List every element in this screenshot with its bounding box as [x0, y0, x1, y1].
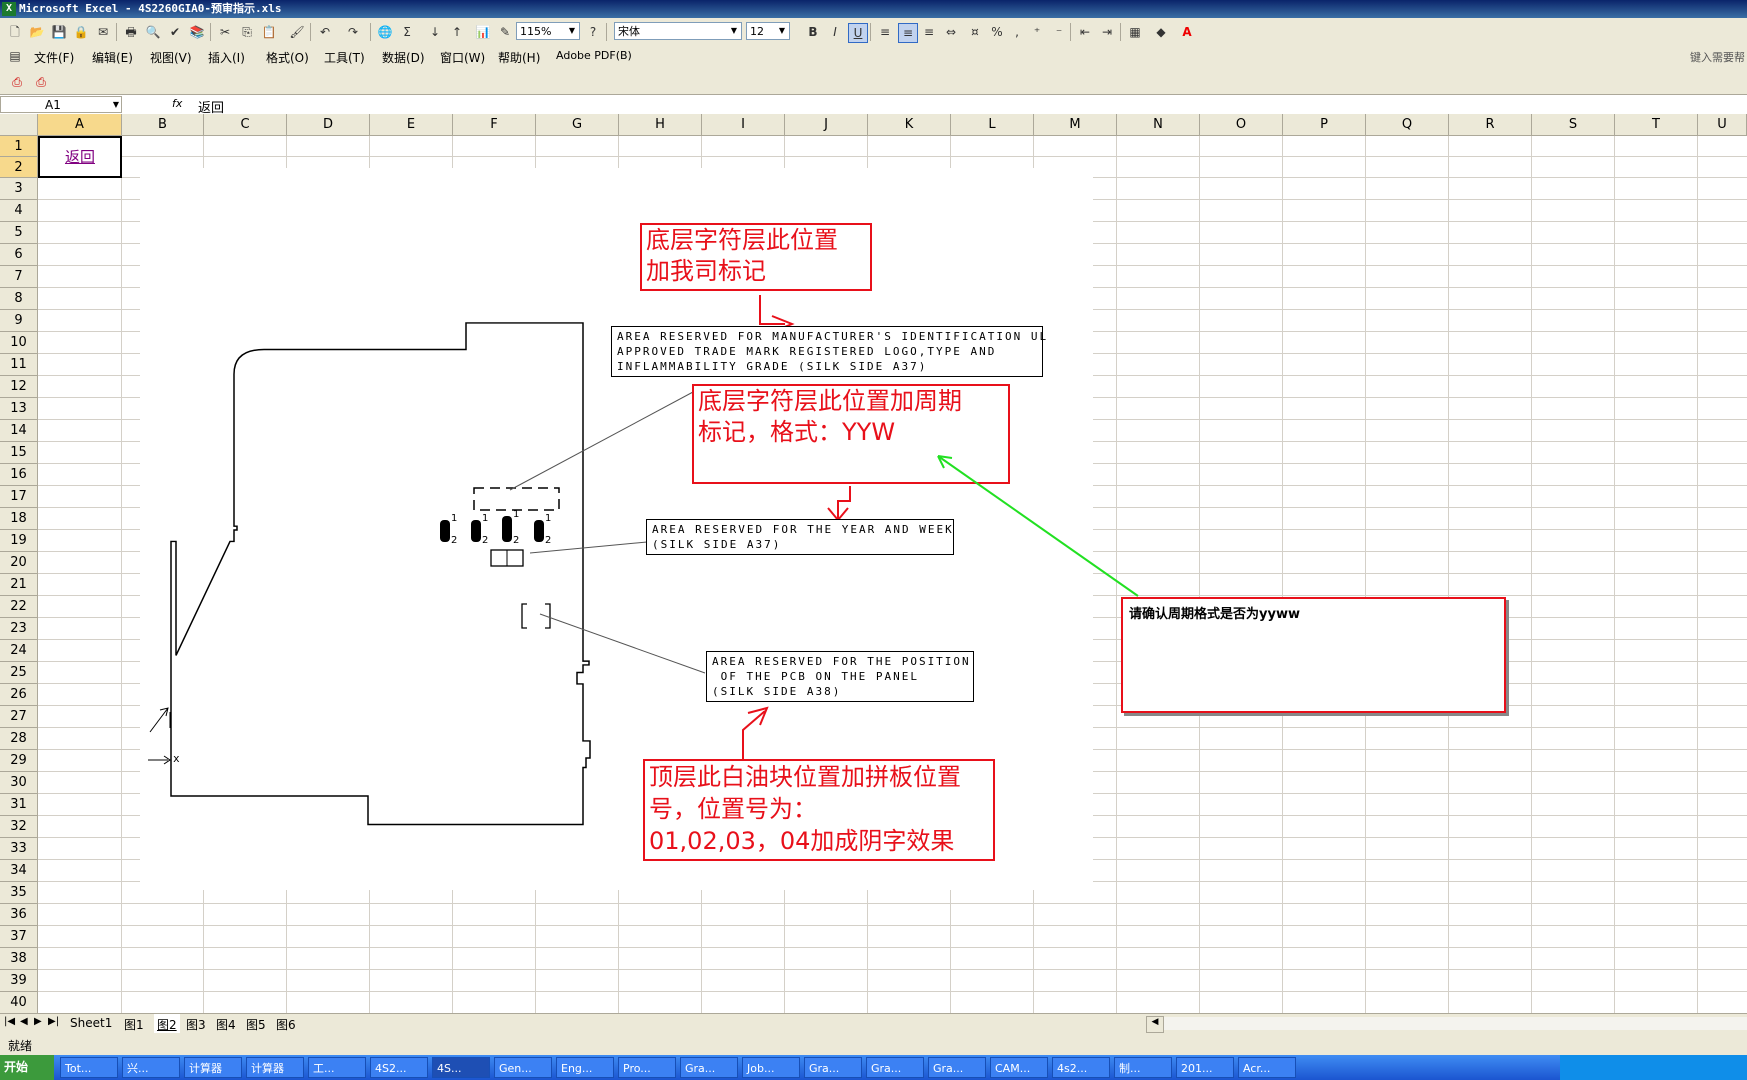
comment-text: 请确认周期格式是否为yyww [1129, 607, 1300, 622]
tab-fig1[interactable]: 图1 [124, 1016, 144, 1033]
tab-fig5[interactable]: 图5 [246, 1016, 266, 1033]
taskbar-item[interactable]: 工... [308, 1057, 366, 1078]
taskbar-item[interactable]: Tot... [60, 1057, 118, 1078]
taskbar-item[interactable]: Gra... [866, 1057, 924, 1078]
taskbar-item[interactable]: Eng... [556, 1057, 614, 1078]
taskbar-item[interactable]: Gra... [680, 1057, 738, 1078]
start-label: 开始 [4, 1060, 29, 1074]
tab-last-icon[interactable]: ▶| [48, 1016, 59, 1027]
windows-taskbar: 开始 Tot... 兴... 计算器 计算器 工... 4S2... 4S... Gen...… [0, 1055, 1747, 1080]
tab-prev-icon[interactable]: ◀ [20, 1016, 28, 1027]
tab-next-icon[interactable]: ▶ [34, 1016, 42, 1027]
taskbar-item[interactable]: 4S2... [370, 1057, 428, 1078]
taskbar-item[interactable]: Gen... [494, 1057, 552, 1078]
tab-fig3[interactable]: 图3 [186, 1016, 206, 1033]
tab-fig4[interactable]: 图4 [216, 1016, 236, 1033]
taskbar-item[interactable]: Gra... [928, 1057, 986, 1078]
taskbar-item[interactable]: Pro... [618, 1057, 676, 1078]
taskbar-item[interactable]: Acr... [1238, 1057, 1296, 1078]
tab-sheet1[interactable]: Sheet1 [70, 1016, 112, 1030]
taskbar-item[interactable]: CAM... [990, 1057, 1048, 1078]
status-text: 就绪 [8, 1039, 33, 1053]
taskbar-item[interactable]: 计算器 [246, 1057, 304, 1078]
system-tray [1560, 1055, 1747, 1080]
status-bar: 就绪 [0, 1033, 1747, 1055]
sheet-tab-bar: |◀ ◀ ▶ ▶| Sheet1 图1 图2 图3 图4 图5 图6 ◀ [0, 1013, 1747, 1035]
horizontal-scrollbar[interactable] [1164, 1017, 1747, 1030]
start-button[interactable]: 开始 [0, 1055, 54, 1080]
tab-fig6[interactable]: 图6 [276, 1016, 296, 1033]
taskbar-item[interactable]: 4S... [432, 1057, 490, 1078]
hscroll-left-icon[interactable]: ◀ [1146, 1016, 1164, 1033]
taskbar-item[interactable]: Job... [742, 1057, 800, 1078]
tab-first-icon[interactable]: |◀ [4, 1016, 15, 1027]
taskbar-item[interactable]: 计算器 [184, 1057, 242, 1078]
taskbar-item[interactable]: 201... [1176, 1057, 1234, 1078]
comment-box[interactable]: 请确认周期格式是否为yyww [1121, 597, 1506, 713]
taskbar-item[interactable]: 4s2... [1052, 1057, 1110, 1078]
comment-arrow [937, 455, 1139, 597]
tab-fig2-active[interactable]: 图2 [154, 1014, 180, 1035]
taskbar-item[interactable]: 制... [1114, 1057, 1172, 1078]
taskbar-item[interactable]: Gra... [804, 1057, 862, 1078]
taskbar-item[interactable]: 兴... [122, 1057, 180, 1078]
